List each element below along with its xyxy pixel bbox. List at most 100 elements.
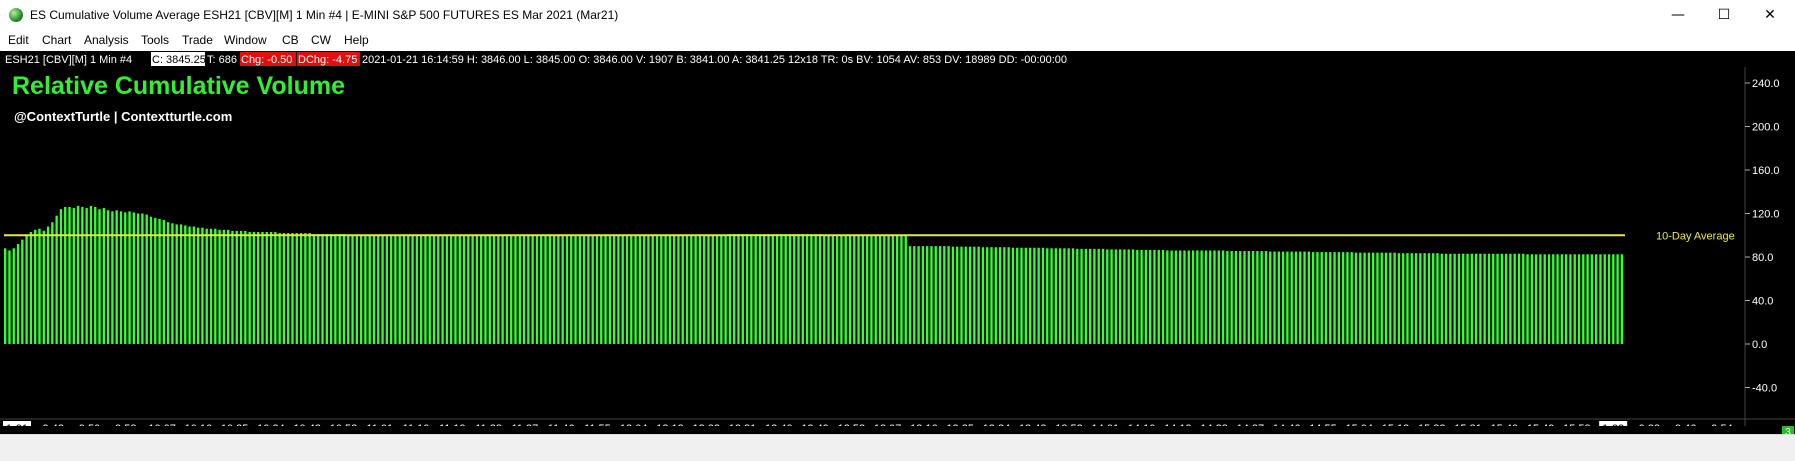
minimize-button[interactable]: — bbox=[1655, 0, 1701, 30]
volume-bar bbox=[630, 235, 633, 344]
volume-bar bbox=[668, 235, 672, 344]
volume-bar bbox=[930, 246, 933, 345]
volume-bar bbox=[926, 246, 929, 345]
volume-bar bbox=[261, 231, 264, 344]
volume-bar bbox=[1209, 250, 1212, 344]
volume-bar bbox=[497, 235, 500, 344]
volume-bar bbox=[81, 206, 84, 344]
volume-bar bbox=[1402, 253, 1405, 344]
volume-bar bbox=[244, 230, 247, 344]
volume-bar bbox=[59, 209, 63, 344]
volume-bar bbox=[951, 246, 955, 344]
volume-bar bbox=[1286, 251, 1289, 344]
volume-bar bbox=[707, 235, 710, 344]
menu-help[interactable]: Help bbox=[344, 33, 369, 47]
chart-panel[interactable]: 10-Day Average 240.0 200.0 160.0 120.0 80.0 4… bbox=[0, 51, 1795, 426]
volume-bar bbox=[591, 235, 594, 344]
volume-bar bbox=[1534, 254, 1538, 344]
maximize-button[interactable]: ☐ bbox=[1701, 0, 1747, 30]
volume-bar bbox=[883, 235, 886, 344]
chart-subtitle: @ContextTurtle | Contextturtle.com bbox=[14, 109, 232, 124]
volume-bar bbox=[634, 235, 637, 344]
volume-bar bbox=[874, 235, 877, 344]
volume-bar bbox=[1281, 251, 1285, 344]
volume-bar bbox=[960, 246, 963, 344]
volume-bar bbox=[827, 235, 830, 344]
volume-bar bbox=[235, 230, 238, 344]
volume-bar bbox=[1144, 249, 1148, 344]
volume-bar bbox=[1234, 251, 1238, 344]
volume-bar bbox=[904, 235, 907, 344]
volume-bar bbox=[1239, 251, 1242, 344]
volume-bar bbox=[1174, 250, 1178, 344]
volume-bar bbox=[1462, 253, 1465, 344]
infobar-change: Chg: -0.50 bbox=[241, 54, 292, 66]
menu-chart[interactable]: Chart bbox=[42, 33, 71, 47]
volume-bar bbox=[557, 235, 560, 344]
volume-bar bbox=[1076, 248, 1079, 344]
volume-bar bbox=[1487, 253, 1491, 344]
volume-bar bbox=[1251, 251, 1255, 344]
menu-cb[interactable]: CB bbox=[282, 33, 299, 47]
horizontal-scrollbar[interactable] bbox=[0, 434, 1795, 461]
chart-footer-strip bbox=[0, 426, 1795, 434]
volume-bar bbox=[141, 213, 144, 344]
volume-bar bbox=[582, 235, 586, 344]
volume-bar bbox=[201, 227, 204, 344]
volume-bar bbox=[29, 231, 33, 344]
volume-bar bbox=[205, 228, 208, 344]
volume-bar bbox=[711, 235, 714, 344]
volume-bar bbox=[986, 247, 989, 344]
volume-bar bbox=[1367, 252, 1371, 344]
volume-bar bbox=[265, 231, 268, 344]
y-tick-label: 200.0 bbox=[1752, 122, 1780, 134]
volume-bar bbox=[192, 226, 196, 344]
y-tick-label: 40.0 bbox=[1752, 296, 1773, 308]
volume-bar bbox=[1140, 249, 1143, 344]
menu-edit[interactable]: Edit bbox=[8, 33, 29, 47]
volume-bar bbox=[655, 235, 659, 344]
volume-bar bbox=[797, 234, 800, 344]
volume-bar bbox=[454, 235, 457, 344]
volume-bar bbox=[638, 235, 642, 344]
menu-cw[interactable]: CW bbox=[311, 33, 331, 47]
menu-tools[interactable]: Tools bbox=[141, 33, 169, 47]
volume-bar bbox=[432, 235, 436, 344]
volume-bar bbox=[741, 234, 744, 344]
menu-trade[interactable]: Trade bbox=[182, 33, 213, 47]
volume-bar bbox=[900, 235, 903, 344]
volume-bar bbox=[677, 235, 680, 344]
chart-canvas[interactable]: 10-Day Average 240.0 200.0 160.0 120.0 80.0 4… bbox=[0, 51, 1795, 426]
volume-bar bbox=[1007, 247, 1010, 344]
volume-bar bbox=[861, 235, 865, 344]
volume-bar bbox=[218, 229, 221, 344]
volume-bar bbox=[763, 234, 766, 344]
close-button[interactable]: ✕ bbox=[1747, 0, 1793, 30]
menu-window[interactable]: Window bbox=[224, 33, 267, 47]
volume-bar bbox=[1324, 252, 1328, 344]
volume-bar bbox=[471, 235, 474, 344]
volume-bar bbox=[1380, 252, 1383, 344]
volume-bar bbox=[544, 235, 547, 344]
volume-bar bbox=[844, 235, 847, 344]
volume-bar bbox=[1123, 249, 1126, 344]
volume-bar bbox=[1359, 252, 1362, 344]
menu-bar: Edit Chart Analysis Tools Trade Window C… bbox=[0, 30, 1795, 51]
volume-bar bbox=[1093, 248, 1096, 344]
volume-bar bbox=[1050, 248, 1053, 344]
volume-bar bbox=[312, 234, 316, 344]
volume-bar bbox=[171, 223, 174, 344]
menu-analysis[interactable]: Analysis bbox=[84, 33, 129, 47]
volume-bar bbox=[625, 235, 629, 344]
volume-bar bbox=[1067, 248, 1070, 344]
volume-bar bbox=[840, 235, 843, 344]
volume-bar bbox=[1131, 249, 1135, 344]
volume-bar bbox=[724, 235, 727, 344]
volume-bar bbox=[835, 235, 839, 344]
volume-bar bbox=[1191, 250, 1195, 344]
volume-bar bbox=[1419, 253, 1422, 344]
volume-bar bbox=[449, 235, 453, 344]
volume-bar bbox=[745, 234, 749, 344]
volume-bar bbox=[175, 224, 178, 345]
volume-bar bbox=[917, 246, 920, 345]
